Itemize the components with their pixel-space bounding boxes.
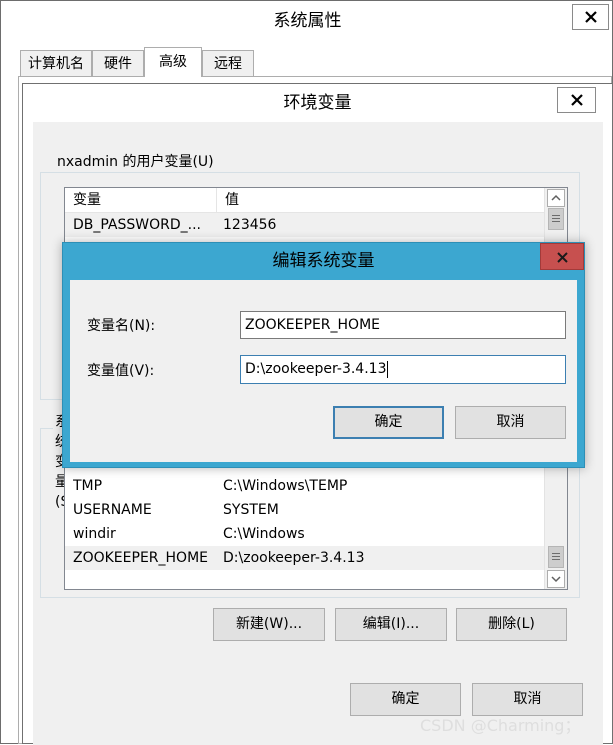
close-button[interactable] [540, 243, 584, 270]
user-variables-label: nxadmin 的用户变量(U) [55, 152, 216, 172]
variable-name-label: 变量名(N): [87, 318, 156, 334]
scroll-thumb[interactable] [548, 546, 564, 568]
column-header-name[interactable]: 变量 [65, 188, 217, 212]
variable-value-label: 变量值(V): [87, 363, 155, 379]
variable-name-text: ZOOKEEPER_HOME [245, 317, 380, 333]
variable-value: C:\Windows [223, 526, 305, 542]
tab-remote[interactable]: 远程 [202, 50, 254, 76]
variable-value-text: D:\zookeeper-3.4.13 [245, 361, 387, 377]
variable-name-field[interactable]: ZOOKEEPER_HOME [240, 311, 566, 339]
scroll-down-button[interactable] [547, 570, 565, 588]
table-row[interactable]: windir C:\Windows [65, 522, 545, 546]
variable-name: TMP [73, 478, 103, 494]
edit-variable-button[interactable]: 编辑(I)... [335, 608, 447, 641]
variable-value: SYSTEM [223, 502, 279, 518]
tab-computer-name[interactable]: 计算机名 [20, 50, 92, 76]
variable-value: 123456 [223, 217, 277, 233]
variable-value: D:\zookeeper-3.4.13 [223, 550, 365, 566]
close-button[interactable] [572, 4, 609, 30]
table-row[interactable]: USERNAME SYSTEM [65, 498, 545, 522]
close-icon [570, 94, 583, 106]
tab-hardware[interactable]: 硬件 [92, 50, 144, 76]
variable-value: C:\Windows\TEMP [223, 478, 348, 494]
chevron-up-icon [551, 194, 561, 201]
delete-variable-button[interactable]: 删除(L) [456, 608, 567, 641]
table-row-selected[interactable]: ZOOKEEPER_HOME D:\zookeeper-3.4.13 [65, 546, 545, 570]
text-caret [387, 360, 389, 378]
dialog-title: 编辑系统变量 [272, 251, 375, 271]
cancel-button[interactable]: 取消 [455, 406, 566, 439]
variable-name: ZOOKEEPER_HOME [73, 550, 208, 566]
variable-name: DB_PASSWORD_... [73, 217, 202, 233]
list-header: 变量 值 [65, 188, 545, 213]
window-title: 系统属性 [273, 11, 342, 31]
chevron-down-icon [551, 576, 561, 583]
variable-value-field[interactable]: D:\zookeeper-3.4.13 [240, 355, 566, 384]
ok-button[interactable]: 确定 [333, 406, 444, 439]
window-title: 环境变量 [283, 93, 352, 113]
close-icon [584, 11, 597, 23]
close-button[interactable] [557, 87, 596, 113]
table-row[interactable]: TMP C:\Windows\TEMP [65, 474, 545, 498]
tab-advanced[interactable]: 高级 [144, 47, 202, 77]
watermark: CSDN @Charming； [420, 716, 581, 735]
variable-name: USERNAME [73, 502, 152, 518]
scroll-thumb[interactable] [548, 208, 564, 230]
new-variable-button[interactable]: 新建(W)... [213, 608, 325, 641]
column-header-value[interactable]: 值 [217, 188, 543, 212]
scroll-up-button[interactable] [547, 189, 565, 207]
close-icon [557, 252, 568, 263]
variable-name: windir [73, 526, 116, 542]
table-row[interactable]: DB_PASSWORD_... 123456 [65, 213, 545, 237]
